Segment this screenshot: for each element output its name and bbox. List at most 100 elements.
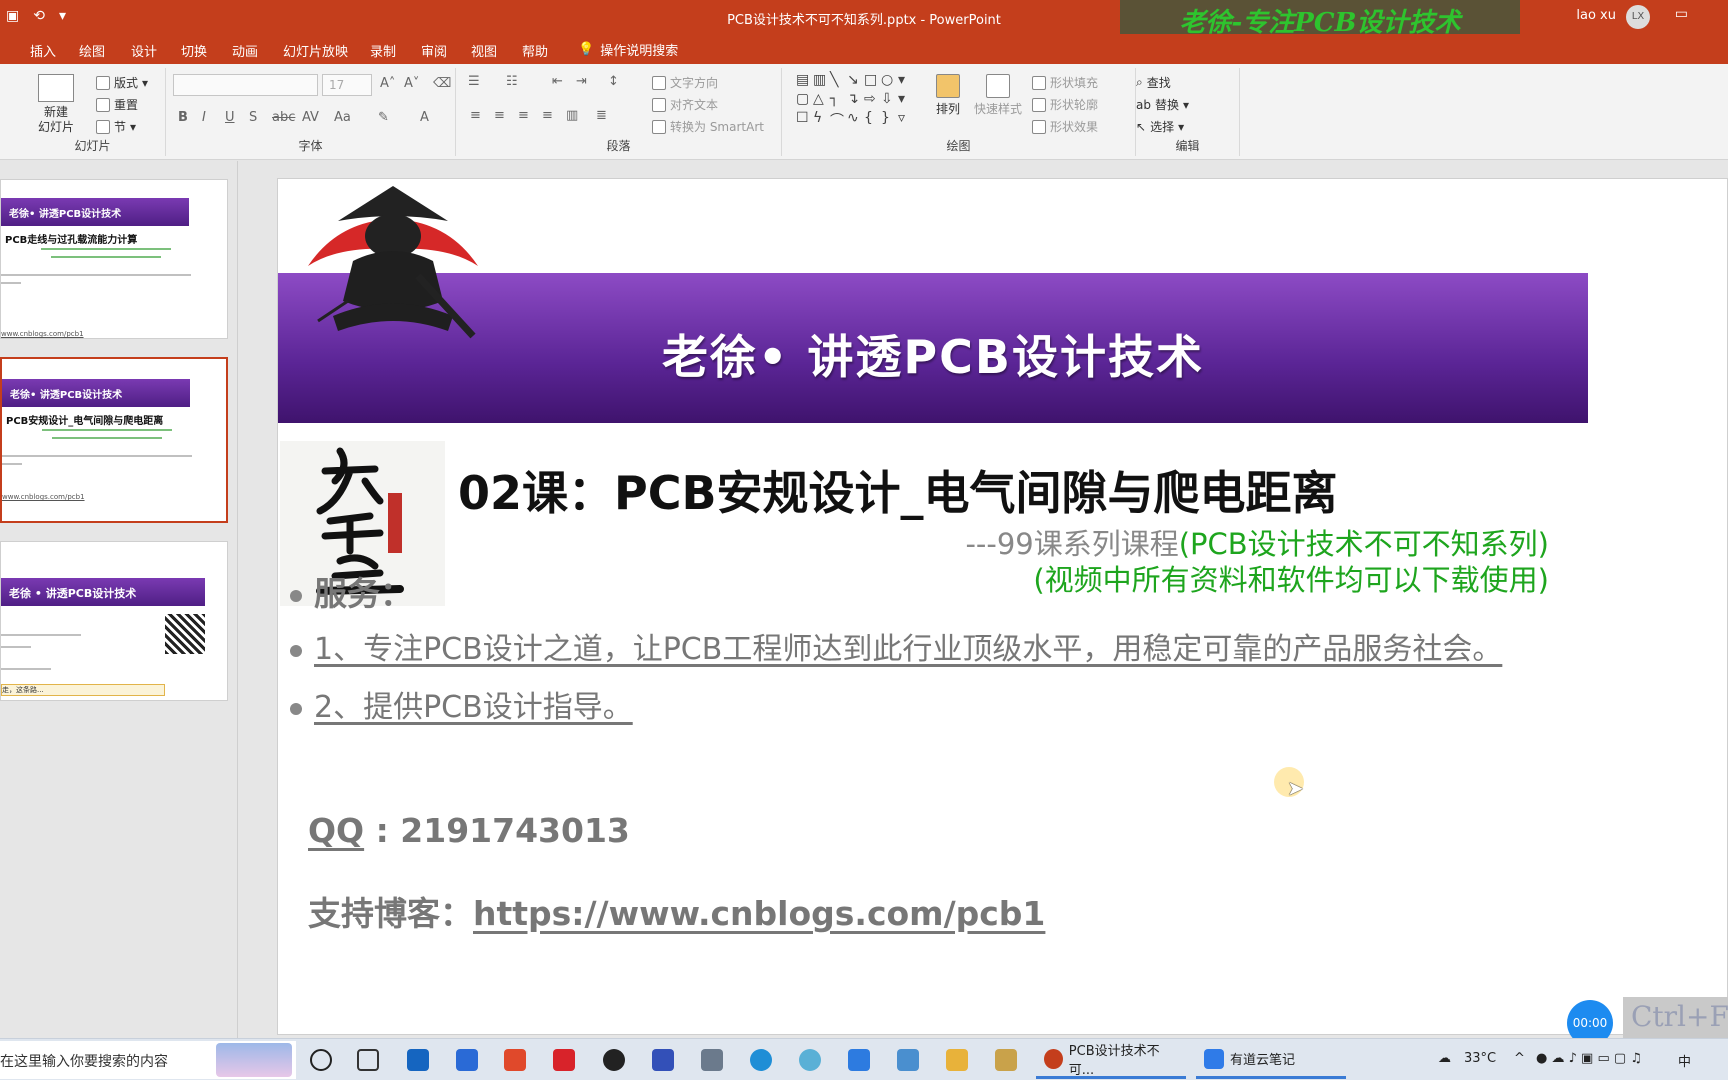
gallery-scroll-icon[interactable]: ▾	[898, 91, 915, 110]
strikethrough-icon[interactable]: abc	[272, 110, 295, 125]
weather-icon[interactable]: ☁	[1438, 1051, 1451, 1066]
underline-icon[interactable]: U	[225, 110, 235, 125]
shape-outline-button[interactable]: 形状轮廓	[1032, 96, 1098, 113]
oval-shape-icon[interactable]: ○	[881, 72, 898, 91]
quick-styles-button[interactable]: 快速样式	[974, 74, 1022, 117]
input-method[interactable]: 中	[1678, 1051, 1691, 1070]
down-arrow-shape-icon[interactable]: ⇩	[881, 91, 898, 110]
arc-icon[interactable]: ⌒	[830, 110, 847, 129]
user-name[interactable]: lao xu	[1576, 8, 1616, 23]
tab-insert[interactable]: 插入	[30, 41, 56, 60]
tell-me-search[interactable]: 💡 操作说明搜索	[578, 40, 678, 59]
change-case-icon[interactable]: Aa	[334, 110, 351, 125]
shadow-icon[interactable]: S	[249, 110, 257, 125]
office-icon[interactable]	[504, 1049, 526, 1071]
brush-icon[interactable]	[652, 1049, 674, 1071]
slide-thumbnail-pane[interactable]: 老徐• 讲透PCB设计技术 PCB走线与过孔载流能力计算 www.cnblogs…	[0, 161, 238, 1038]
blog-link[interactable]: https://www.cnblogs.com/pcb1	[473, 894, 1045, 933]
align-left-icon[interactable]: ≡	[470, 108, 481, 123]
tab-draw[interactable]: 绘图	[79, 41, 105, 60]
mail-icon[interactable]	[407, 1049, 429, 1071]
find-button[interactable]: ⌕ 查找	[1136, 74, 1171, 91]
tab-help[interactable]: 帮助	[522, 41, 548, 60]
sync-icon[interactable]	[799, 1049, 821, 1071]
arrange-button[interactable]: 排列	[936, 74, 960, 117]
gallery-expand-icon[interactable]: ▿	[898, 110, 915, 129]
outdent-icon[interactable]: ⇥	[576, 74, 587, 89]
char-spacing-icon[interactable]: AV	[302, 110, 319, 125]
curve-icon[interactable]: ∿	[847, 110, 864, 129]
justify-icon[interactable]: ≡	[542, 108, 553, 123]
clear-format-icon[interactable]: ⌫	[433, 76, 451, 91]
ribbon-display-icon[interactable]: ▭	[1675, 6, 1688, 22]
textbox-icon[interactable]: ▤	[796, 72, 813, 91]
current-slide[interactable]: 老徐• 讲透PCB设计技术 02课：PCB安规设计_电气间隙与爬电距离 ---9…	[277, 178, 1728, 1035]
italic-icon[interactable]: I	[202, 110, 206, 125]
tab-animations[interactable]: 动画	[232, 41, 258, 60]
taskbar-app-youdao-note[interactable]: 有道云笔记	[1196, 1041, 1346, 1079]
rectangle-shape-icon[interactable]: □	[864, 72, 881, 91]
lightning-icon[interactable]: ϟ	[813, 110, 830, 129]
align-right-icon[interactable]: ≡	[518, 108, 529, 123]
text-direction-button[interactable]: 文字方向	[652, 74, 718, 91]
slide-thumbnail-1[interactable]: 老徐• 讲透PCB设计技术 PCB走线与过孔载流能力计算 www.cnblogs…	[0, 179, 228, 339]
font-size-select[interactable]: 17	[322, 74, 372, 96]
tab-record[interactable]: 录制	[370, 41, 396, 60]
numbering-icon[interactable]: ☷	[506, 74, 518, 89]
curved-connector-icon[interactable]: ↴	[847, 91, 864, 110]
shape-fill-button[interactable]: 形状填充	[1032, 74, 1098, 91]
shape-effects-button[interactable]: 形状效果	[1032, 118, 1098, 135]
select-button[interactable]: ↖ 选择 ▾	[1136, 118, 1184, 135]
qq-icon[interactable]	[603, 1049, 625, 1071]
shrink-font-icon[interactable]: A˅	[404, 76, 419, 91]
replace-button[interactable]: ab 替换 ▾	[1136, 96, 1189, 113]
slide-thumbnail-2[interactable]: 老徐• 讲透PCB设计技术 PCB安规设计_电气间隙与爬电距离 www.cnbl…	[0, 357, 228, 523]
shapes-gallery[interactable]: ▤ ▥ ╲ ↘ □ ○ ▾ ▢ △ ┐ ↴ ⇨ ⇩ ▾ ☐ ϟ ⌒ ∿{} ▿	[796, 72, 920, 130]
taskbar-app-powerpoint[interactable]: PCB设计技术不可...	[1036, 1041, 1186, 1079]
rounded-rect-icon[interactable]: ▢	[796, 91, 813, 110]
file-explorer-icon[interactable]	[946, 1049, 968, 1071]
reset-button[interactable]: 重置	[96, 96, 138, 113]
tray-expand-icon[interactable]: ^	[1514, 1051, 1525, 1066]
elbow-connector-icon[interactable]: ┐	[830, 91, 847, 110]
align-text-button[interactable]: 对齐文本	[652, 96, 718, 113]
right-arrow-shape-icon[interactable]: ⇨	[864, 91, 881, 110]
tab-slideshow[interactable]: 幻灯片放映	[283, 41, 348, 60]
align-center-icon[interactable]: ≡	[494, 108, 505, 123]
freeform-icon[interactable]: ☐	[796, 110, 813, 129]
notes-icon[interactable]	[848, 1049, 870, 1071]
slide-thumbnail-3[interactable]: 老徐 • 讲透PCB设计技术 走，这条路...	[0, 541, 228, 701]
avatar[interactable]: LX	[1626, 5, 1650, 29]
vertical-textbox-icon[interactable]: ▥	[813, 72, 830, 91]
new-slide-button[interactable]: 新建 幻灯片	[38, 74, 74, 135]
section-button[interactable]: 节 ▾	[96, 118, 136, 135]
font-family-select[interactable]	[173, 74, 318, 96]
line-spacing-icon[interactable]: ↕	[608, 74, 619, 89]
app-icon[interactable]	[995, 1049, 1017, 1071]
line-shape-icon[interactable]: ╲	[830, 72, 847, 91]
tab-transitions[interactable]: 切换	[181, 41, 207, 60]
font-color-icon[interactable]: A	[420, 110, 429, 125]
task-view-icon[interactable]	[357, 1049, 379, 1071]
columns-icon[interactable]: ▥	[566, 108, 578, 123]
align-vertical-icon[interactable]: ≣	[596, 108, 607, 123]
tray-app-icons[interactable]: ● ☁ ♪ ▣ ▭ ▢ ♫	[1536, 1051, 1642, 1066]
bullets-icon[interactable]: ☰	[468, 74, 480, 89]
left-brace-icon[interactable]: {	[864, 110, 881, 129]
smartart-button[interactable]: 转换为 SmartArt	[652, 118, 764, 135]
lenovo-icon[interactable]	[456, 1049, 478, 1071]
triangle-shape-icon[interactable]: △	[813, 91, 830, 110]
cortana-icon[interactable]	[310, 1049, 332, 1071]
youdao-dict-icon[interactable]	[553, 1049, 575, 1071]
indent-icon[interactable]: ⇤	[552, 74, 563, 89]
calculator-icon[interactable]	[701, 1049, 723, 1071]
edge-icon[interactable]	[750, 1049, 772, 1071]
gallery-more-icon[interactable]: ▾	[898, 72, 915, 91]
temperature[interactable]: 33°C	[1464, 1051, 1496, 1066]
tab-review[interactable]: 审阅	[421, 41, 447, 60]
highlight-icon[interactable]: ✎	[378, 110, 389, 125]
bold-icon[interactable]: B	[178, 110, 188, 125]
tab-view[interactable]: 视图	[471, 41, 497, 60]
tab-design[interactable]: 设计	[131, 41, 157, 60]
right-brace-icon[interactable]: }	[881, 110, 898, 129]
